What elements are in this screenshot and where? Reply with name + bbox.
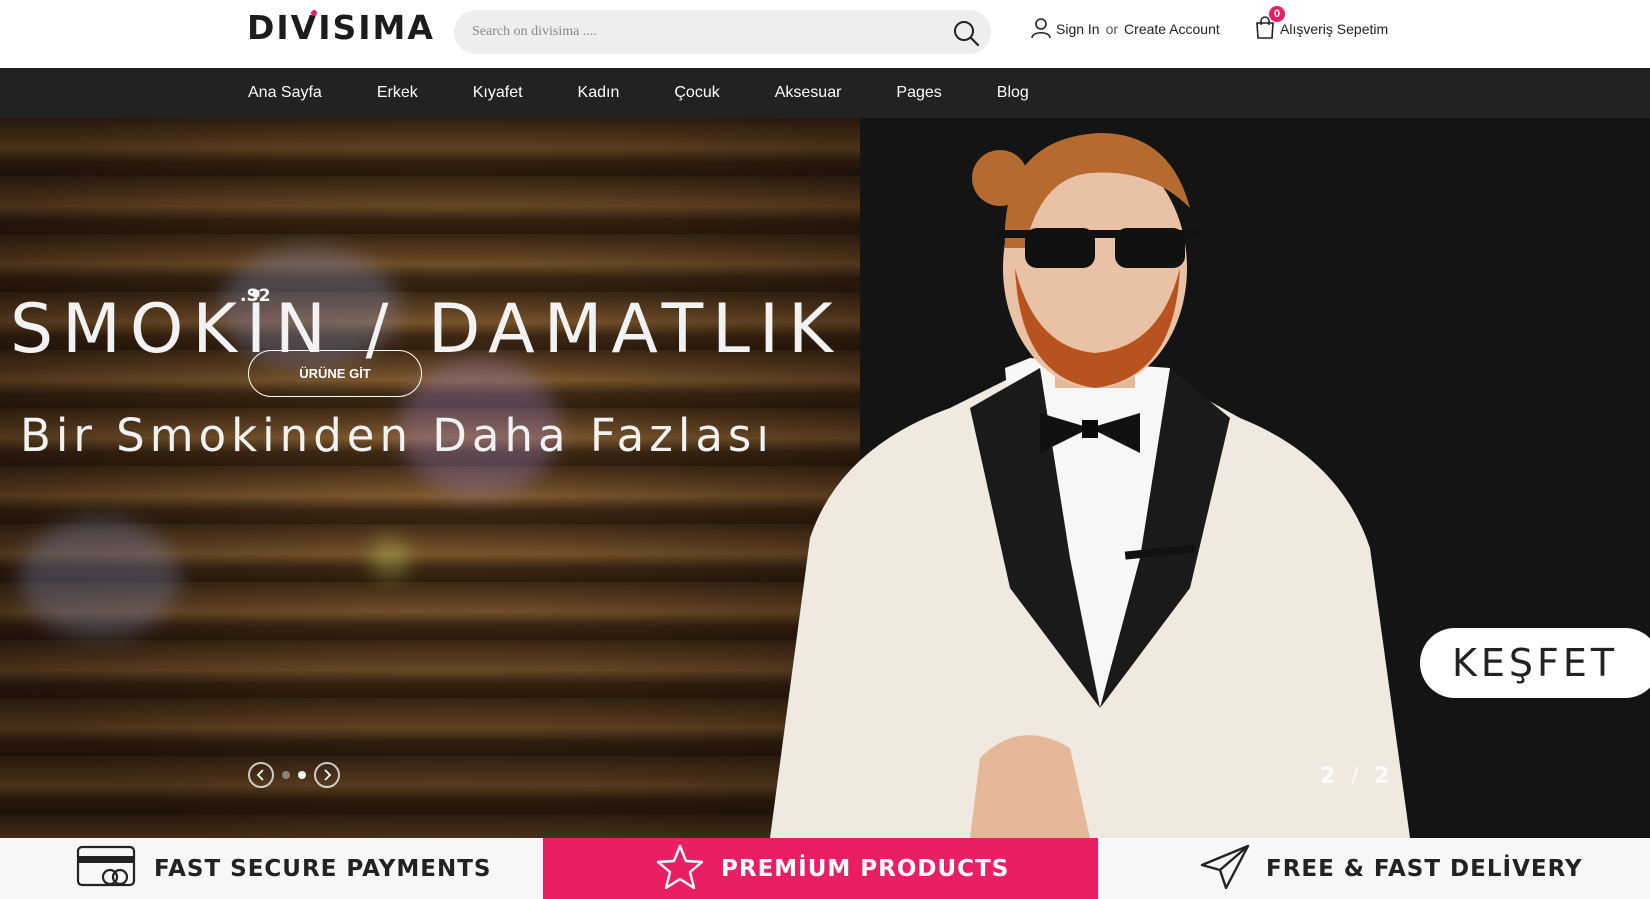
hero-subheadline: Bir Smokinden Daha Fazlası xyxy=(20,409,774,462)
model-photo xyxy=(770,133,1410,838)
sign-in-link[interactable]: Sign In xyxy=(1056,21,1100,37)
slide-dot-1[interactable] xyxy=(282,771,290,779)
create-account-link[interactable]: Create Account xyxy=(1124,21,1220,37)
hero-slider: SMOKİN / DAMATLIK .S2 ÜRÜNE GİT Bir Smok… xyxy=(0,118,1650,838)
logo-dot xyxy=(311,10,317,16)
slide-separator: / xyxy=(1350,764,1363,789)
logo-text: DIVISIMA xyxy=(247,8,435,47)
bokeh-light xyxy=(370,538,410,578)
feature-secure-payments: FAST SECURE PAYMENTS xyxy=(76,838,492,899)
discover-button[interactable]: KEŞFET xyxy=(1420,628,1650,698)
search-input[interactable] xyxy=(472,10,932,54)
or-text: or xyxy=(1105,21,1119,37)
credit-card-icon xyxy=(76,843,138,895)
search-icon[interactable] xyxy=(951,18,981,48)
nav-item-aksesuar[interactable]: Aksesuar xyxy=(775,84,842,102)
nav-item-erkek[interactable]: Erkek xyxy=(377,84,418,102)
slider-controls xyxy=(248,762,340,788)
bokeh-light xyxy=(20,518,180,638)
slide-counter: 2 / 2 xyxy=(1320,764,1393,789)
go-to-product-button[interactable]: ÜRÜNE GİT xyxy=(248,350,422,397)
cart-count-badge: 0 xyxy=(1269,6,1285,22)
site-header: DIVISIMA Sign In or Create Account 0 Alı… xyxy=(0,0,1650,68)
slide-total: 2 xyxy=(1374,764,1394,789)
feature-label: FAST SECURE PAYMENTS xyxy=(154,855,492,882)
account-links: Sign In or Create Account xyxy=(1030,14,1220,44)
nav-item-kiyafet[interactable]: Kıyafet xyxy=(473,84,523,102)
cart-label: Alışveriş Sepetim xyxy=(1280,21,1389,37)
nav-item-blog[interactable]: Blog xyxy=(997,84,1029,102)
slide-current: 2 xyxy=(1320,764,1340,789)
cart-button[interactable]: 0 Alışveriş Sepetim xyxy=(1254,6,1389,44)
main-nav: Ana Sayfa Erkek Kıyafet Kadın Çocuk Akse… xyxy=(0,68,1650,118)
search-bar xyxy=(454,10,991,54)
nav-item-ana-sayfa[interactable]: Ana Sayfa xyxy=(248,84,322,102)
feature-label: PREMİUM PRODUCTS xyxy=(721,855,1010,882)
features-strip: FAST SECURE PAYMENTS PREMİUM PRODUCTS FR… xyxy=(0,838,1650,899)
hero-kicker: .S2 xyxy=(240,286,271,306)
nav-item-cocuk[interactable]: Çocuk xyxy=(674,84,719,102)
nav-item-kadin[interactable]: Kadın xyxy=(578,84,620,102)
prev-slide-icon[interactable] xyxy=(248,762,274,788)
nav-item-pages[interactable]: Pages xyxy=(896,84,941,102)
feature-premium-products: PREMİUM PRODUCTS xyxy=(543,838,1098,899)
user-icon[interactable] xyxy=(1030,17,1052,42)
feature-free-delivery: FREE & FAST DELİVERY xyxy=(1200,838,1583,899)
logo[interactable]: DIVISIMA xyxy=(247,10,435,46)
star-icon xyxy=(655,843,705,895)
paper-plane-icon xyxy=(1200,843,1250,895)
slide-dot-2[interactable] xyxy=(298,771,306,779)
hero-headline: SMOKİN / DAMATLIK xyxy=(10,290,842,369)
next-slide-icon[interactable] xyxy=(314,762,340,788)
feature-label: FREE & FAST DELİVERY xyxy=(1266,855,1583,882)
